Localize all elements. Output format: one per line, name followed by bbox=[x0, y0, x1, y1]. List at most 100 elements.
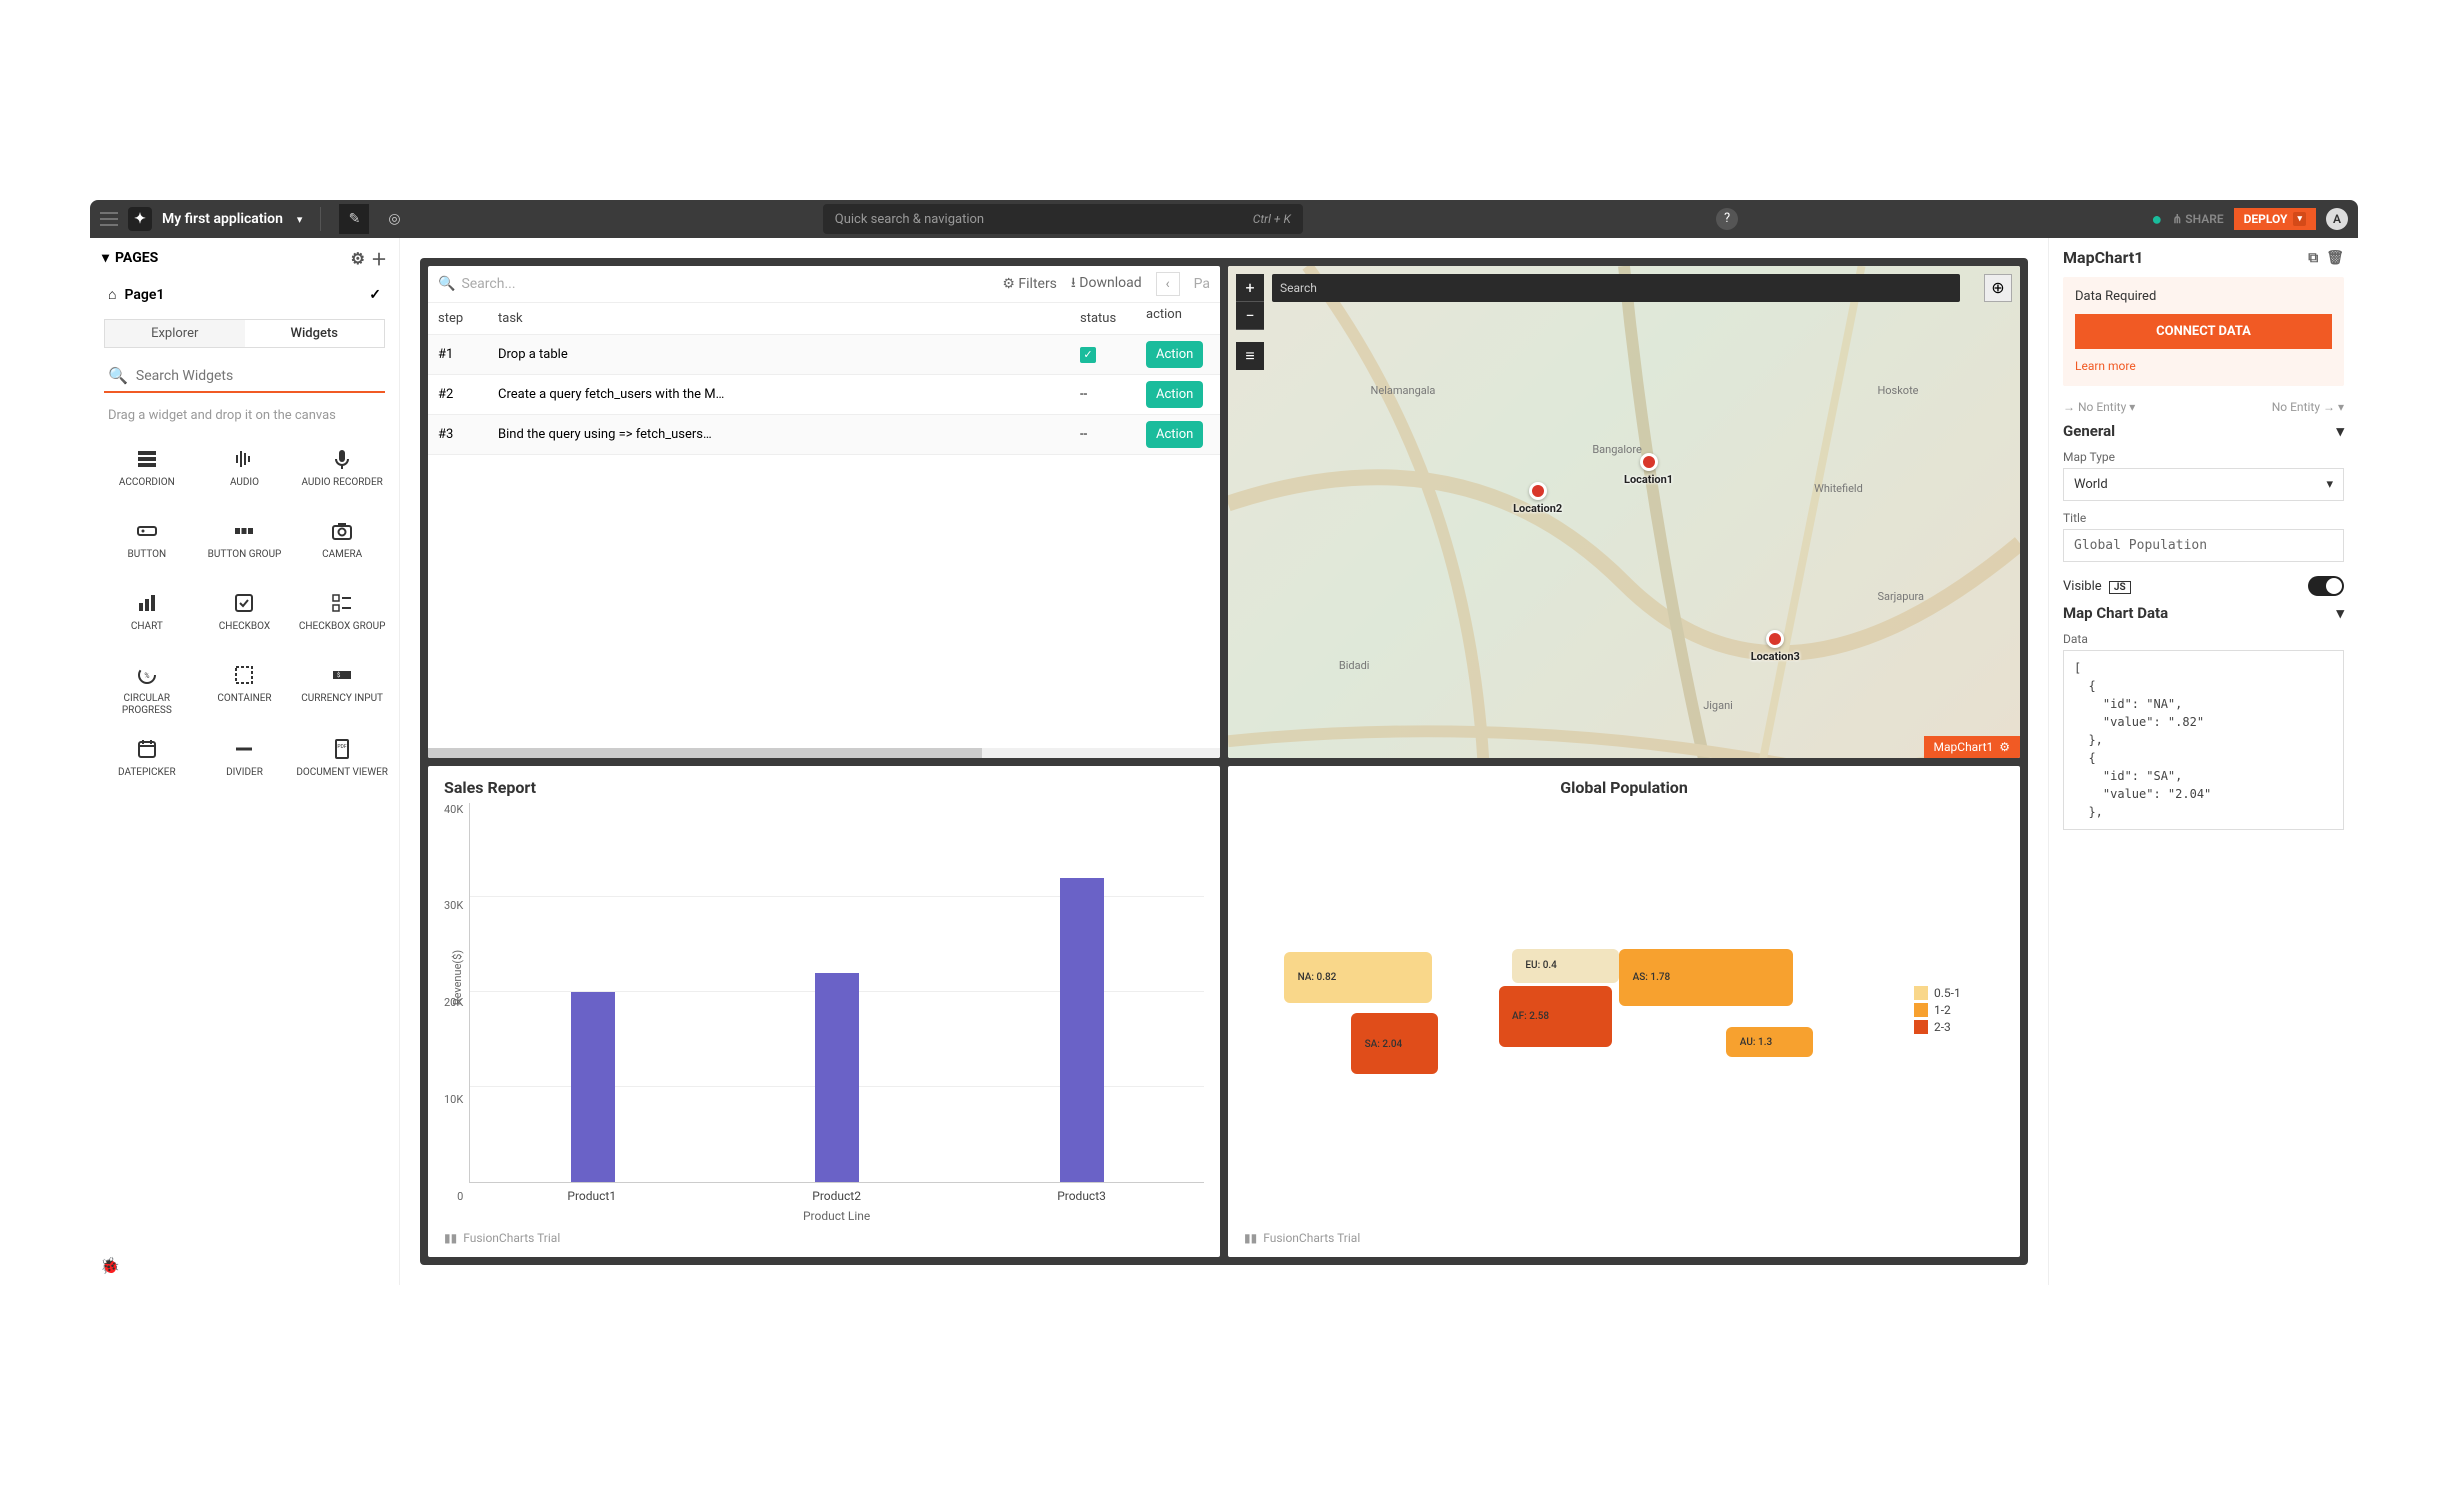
pages-title: PAGES bbox=[115, 250, 158, 266]
widget-currency-input[interactable]: $CURRENCY INPUT bbox=[293, 655, 391, 723]
plus-icon[interactable]: ＋ bbox=[371, 246, 387, 270]
search-widgets-input[interactable] bbox=[136, 368, 381, 384]
data-code-editor[interactable]: [ { "id": "NA", "value": ".82" }, { "id"… bbox=[2063, 650, 2344, 830]
table-widget[interactable]: 🔍 Search... ⚙ Filters ⭳ Download ‹ Pa st… bbox=[428, 266, 1220, 758]
widget-audio-recorder[interactable]: AUDIO RECORDER bbox=[293, 439, 391, 505]
title-label: Title bbox=[2063, 511, 2344, 525]
widget-name[interactable]: MapChart1 bbox=[2063, 248, 2143, 267]
search-icon: 🔍 bbox=[108, 366, 128, 385]
chevron-down-icon[interactable]: ▾ bbox=[297, 213, 303, 226]
page-item[interactable]: ⌂ Page1 ✓ bbox=[90, 278, 399, 311]
city-label: Nelamangala bbox=[1371, 384, 1436, 397]
map-search[interactable]: Search bbox=[1272, 274, 1960, 302]
gear-icon[interactable]: ⚙ bbox=[351, 249, 365, 268]
city-label: Bangalore bbox=[1592, 443, 1641, 456]
widget-container[interactable]: CONTAINER bbox=[196, 655, 294, 723]
bug-icon[interactable]: 🐞 bbox=[90, 1246, 399, 1285]
widget-datepicker[interactable]: DATEPICKER bbox=[98, 729, 196, 795]
worldmap-legend: 0.5-11-22-3 bbox=[1914, 983, 2004, 1037]
legend-item: 1-2 bbox=[1914, 1003, 2004, 1017]
mapchart-widget[interactable]: Global Population NA: 0.82SA: 2.04EU: 0.… bbox=[1228, 766, 2020, 1258]
page-name: Page1 bbox=[124, 287, 164, 303]
help-button[interactable]: ? bbox=[1716, 208, 1738, 230]
widget-button[interactable]: BUTTON bbox=[98, 511, 196, 577]
chart-bar[interactable] bbox=[571, 992, 615, 1182]
widget-chart[interactable]: CHART bbox=[98, 583, 196, 649]
widget-divider[interactable]: DIVIDER bbox=[196, 729, 294, 795]
copy-icon[interactable]: ⧉ bbox=[2308, 250, 2318, 266]
map-pin[interactable]: Location2 bbox=[1513, 482, 1562, 515]
edit-button[interactable]: ✎ bbox=[339, 204, 369, 234]
zoom-out-button[interactable]: − bbox=[1236, 302, 1264, 330]
map-pin[interactable]: Location1 bbox=[1624, 453, 1673, 486]
currency-input-icon: $ bbox=[330, 661, 354, 689]
widget-accordion[interactable]: ACCORDION bbox=[98, 439, 196, 505]
prev-page-button[interactable]: ‹ bbox=[1156, 272, 1180, 296]
chevron-down-icon: ▾ bbox=[102, 250, 109, 266]
js-badge[interactable]: JS bbox=[2109, 581, 2131, 594]
preview-button[interactable]: ◎ bbox=[379, 204, 409, 234]
table-row[interactable]: #3Bind the query using => fetch_users…--… bbox=[428, 415, 1220, 455]
widget-checkbox-group[interactable]: CHECKBOX GROUP bbox=[293, 583, 391, 649]
gear-icon[interactable]: ⚙ bbox=[1999, 740, 2010, 754]
avatar[interactable]: A bbox=[2326, 208, 2348, 230]
app-name[interactable]: My first application bbox=[162, 211, 283, 227]
entity-right[interactable]: No Entity → ▾ bbox=[2272, 400, 2344, 414]
zoom-in-button[interactable]: + bbox=[1236, 274, 1264, 302]
y-axis-label: Revenue($) bbox=[451, 949, 464, 1004]
map-type-select[interactable]: World▾ bbox=[2063, 468, 2344, 501]
widget-circular-progress[interactable]: %CIRCULAR PROGRESS bbox=[98, 655, 196, 723]
filters-button[interactable]: ⚙ Filters bbox=[1002, 276, 1057, 292]
continent-label: NA: 0.82 bbox=[1298, 972, 1337, 983]
map-pin[interactable]: Location3 bbox=[1751, 630, 1800, 663]
app-logo[interactable]: ✦ bbox=[128, 207, 152, 231]
x-axis-label: Product Line bbox=[469, 1209, 1204, 1223]
menu-icon[interactable] bbox=[100, 212, 118, 226]
deploy-dropdown-icon[interactable]: ▾ bbox=[2293, 212, 2306, 226]
map-selection-tag[interactable]: MapChart1⚙ bbox=[1924, 736, 2020, 758]
entity-left[interactable]: → No Entity ▾ bbox=[2063, 400, 2135, 414]
tab-explorer[interactable]: Explorer bbox=[105, 320, 245, 347]
chart-bar[interactable] bbox=[1060, 878, 1104, 1182]
map-widget[interactable]: + − ≡ Search ⊕ Location1 Location2 Locatio… bbox=[1228, 266, 2020, 758]
widget-camera[interactable]: CAMERA bbox=[293, 511, 391, 577]
download-button[interactable]: ⭳ Download bbox=[1071, 272, 1142, 296]
chart-icon bbox=[135, 589, 159, 617]
section-map-chart-data[interactable]: Map Chart Data▾ bbox=[2063, 604, 2344, 622]
action-button[interactable]: Action bbox=[1146, 381, 1203, 408]
pin-icon bbox=[1640, 453, 1658, 471]
chart-widget[interactable]: Sales Report Revenue($) 40K30K20K10K0 Pr… bbox=[428, 766, 1220, 1258]
widget-audio[interactable]: AUDIO bbox=[196, 439, 294, 505]
connect-data-button[interactable]: CONNECT DATA bbox=[2075, 314, 2332, 349]
visible-toggle[interactable] bbox=[2308, 576, 2344, 596]
delete-icon[interactable]: 🗑 bbox=[2326, 250, 2344, 266]
learn-more-link[interactable]: Learn more bbox=[2075, 359, 2136, 373]
worldmap-canvas[interactable]: NA: 0.82SA: 2.04EU: 0.4AF: 2.58AS: 1.78A… bbox=[1244, 925, 1914, 1095]
widget-button-group[interactable]: BUTTON GROUP bbox=[196, 511, 294, 577]
y-axis: 40K30K20K10K0 bbox=[444, 803, 469, 1224]
chart-watermark: ▮▮ FusionCharts Trial bbox=[444, 1231, 1204, 1245]
datepicker-icon bbox=[135, 735, 159, 763]
global-search[interactable]: Quick search & navigation Ctrl + K bbox=[823, 204, 1303, 234]
section-general[interactable]: General▾ bbox=[2063, 422, 2344, 440]
share-button[interactable]: ⋔ SHARE bbox=[2172, 212, 2223, 226]
tab-widgets[interactable]: Widgets bbox=[245, 320, 385, 347]
table-row[interactable]: #1Drop a table✓Action bbox=[428, 335, 1220, 375]
table-search[interactable]: 🔍 Search... bbox=[438, 276, 988, 292]
action-button[interactable]: Action bbox=[1146, 341, 1203, 368]
action-button[interactable]: Action bbox=[1146, 421, 1203, 448]
widget-checkbox[interactable]: CHECKBOX bbox=[196, 583, 294, 649]
checkbox-icon bbox=[232, 589, 256, 617]
table-row[interactable]: #2Create a query fetch_users with the M…… bbox=[428, 375, 1220, 415]
title-input[interactable] bbox=[2063, 529, 2344, 562]
deploy-button[interactable]: DEPLOY▾ bbox=[2234, 208, 2316, 230]
chart-bar[interactable] bbox=[815, 973, 859, 1182]
search-widgets[interactable]: 🔍 bbox=[104, 360, 385, 393]
layers-button[interactable]: ≡ bbox=[1236, 342, 1264, 370]
continent-label: SA: 2.04 bbox=[1365, 1039, 1403, 1050]
widget-document-viewer[interactable]: PDFDOCUMENT VIEWER bbox=[293, 729, 391, 795]
table-scrollbar[interactable] bbox=[428, 748, 1220, 758]
pages-header[interactable]: ▾ PAGES ⚙ ＋ bbox=[90, 238, 399, 278]
divider-icon bbox=[232, 735, 256, 763]
location-pick-button[interactable]: ⊕ bbox=[1984, 274, 2012, 302]
